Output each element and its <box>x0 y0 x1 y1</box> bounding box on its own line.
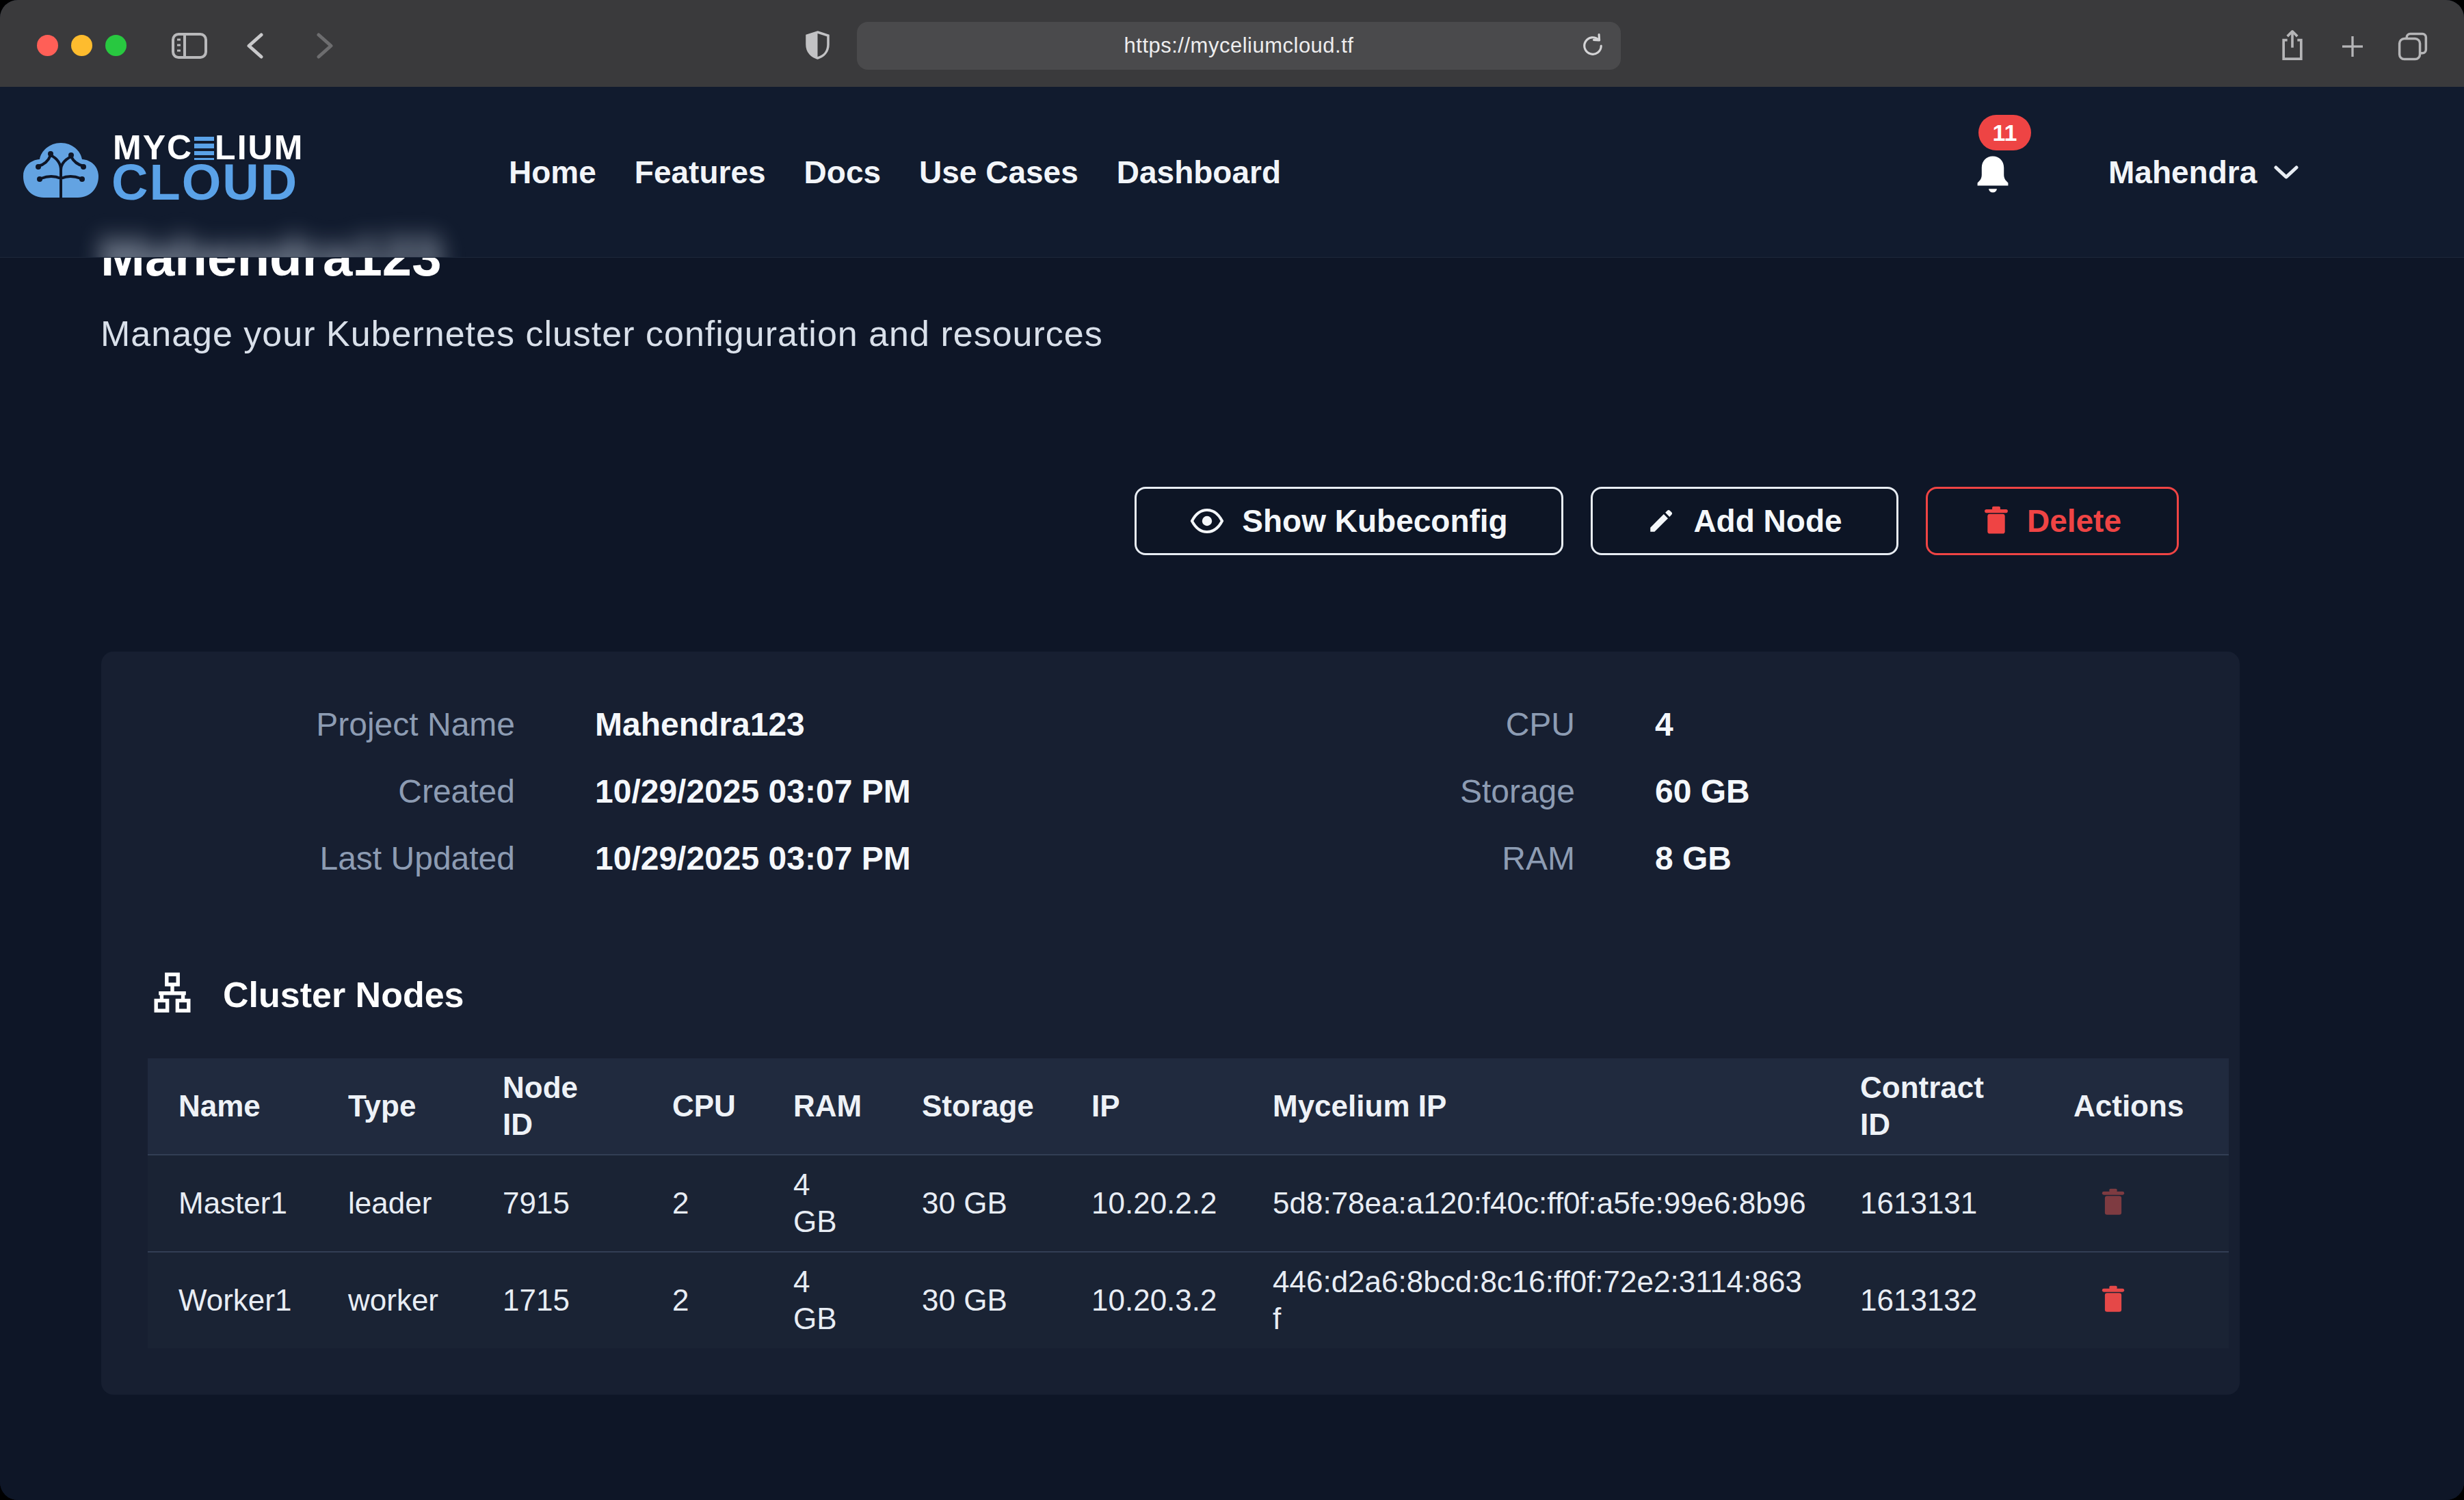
col-storage: Storage <box>891 1058 1061 1154</box>
url-text: https://myceliumcloud.tf <box>1124 34 1354 58</box>
col-contract-id: Contract ID <box>1829 1058 2043 1154</box>
ram-value: 8 GB <box>1655 840 2134 878</box>
storage-label: Storage <box>1448 773 1575 811</box>
delete-node-button[interactable] <box>2101 1285 2125 1316</box>
forward-icon[interactable] <box>312 33 336 59</box>
cell-ram: 4 GB <box>763 1253 891 1348</box>
cluster-actions: Show Kubeconfig Add Node Delete <box>101 487 2179 555</box>
new-tab-icon[interactable] <box>2339 33 2366 60</box>
col-ram: RAM <box>763 1058 891 1154</box>
project-name-value: Mahendra123 <box>595 706 1368 744</box>
cell-name: Master1 <box>148 1155 317 1251</box>
created-value: 10/29/2025 03:07 PM <box>595 773 1368 811</box>
cluster-details-card: Project Name Mahendra123 CPU 4 Created 1… <box>101 652 2240 1395</box>
cpu-value: 4 <box>1655 706 2134 744</box>
share-icon[interactable] <box>2277 27 2307 63</box>
col-actions: Actions <box>2043 1058 2229 1154</box>
created-label: Created <box>145 773 515 811</box>
nodes-table: Name Type Node ID CPU RAM Storage IP Myc… <box>148 1058 2229 1348</box>
close-window-button[interactable] <box>37 35 58 56</box>
cell-storage: 30 GB <box>891 1155 1061 1251</box>
cell-mycelium-ip: 446:d2a6:8bcd:8c16:ff0f:72e2:3114:863f <box>1242 1253 1829 1348</box>
browser-chrome: https://myceliumcloud.tf <box>0 0 2464 87</box>
trash-icon <box>1983 506 2009 536</box>
col-cpu: CPU <box>641 1058 763 1154</box>
cell-ram: 4 GB <box>763 1155 891 1251</box>
reload-icon[interactable] <box>1578 31 1607 61</box>
delete-cluster-button[interactable]: Delete <box>1926 487 2179 555</box>
mycelium-cloud-logo-icon[interactable] <box>21 139 101 202</box>
cell-contract-id: 1613132 <box>1829 1253 2043 1348</box>
col-node-id: Node ID <box>472 1058 641 1154</box>
nav-use-cases[interactable]: Use Cases <box>919 155 1078 190</box>
page-title-ghost: Mahendra123 <box>101 230 442 258</box>
node-row-worker1: Worker1 worker 1715 2 4 GB 30 GB 10.20.3… <box>148 1251 2229 1348</box>
delete-node-button[interactable] <box>2101 1188 2125 1219</box>
cell-ip: 10.20.2.2 <box>1061 1155 1242 1251</box>
notifications-button[interactable]: 11 <box>1973 154 2035 202</box>
delete-label: Delete <box>2027 503 2121 539</box>
notification-count-badge: 11 <box>1978 115 2031 150</box>
add-node-button[interactable]: Add Node <box>1591 487 1898 555</box>
cell-type: leader <box>317 1155 472 1251</box>
project-name-label: Project Name <box>145 706 515 744</box>
node-row-master1: Master1 leader 7915 2 4 GB 30 GB 10.20.2… <box>148 1154 2229 1251</box>
cell-type: worker <box>317 1253 472 1348</box>
nodes-table-header: Name Type Node ID CPU RAM Storage IP Myc… <box>148 1058 2229 1154</box>
cell-contract-id: 1613131 <box>1829 1155 2043 1251</box>
page-subtitle: Manage your Kubernetes cluster configura… <box>101 314 1103 353</box>
cell-actions <box>2043 1253 2229 1348</box>
pencil-icon <box>1647 507 1675 535</box>
ram-label: RAM <box>1448 840 1575 878</box>
cell-ip: 10.20.3.2 <box>1061 1253 1242 1348</box>
back-icon[interactable] <box>243 33 268 59</box>
chevron-down-icon <box>2273 164 2299 180</box>
nav-dashboard[interactable]: Dashboard <box>1117 155 1281 190</box>
privacy-shield-icon[interactable] <box>805 31 830 59</box>
nav-home[interactable]: Home <box>509 155 596 190</box>
nav-features[interactable]: Features <box>635 155 766 190</box>
address-bar[interactable]: https://myceliumcloud.tf <box>857 22 1621 70</box>
cell-actions <box>2043 1155 2229 1251</box>
trash-icon <box>2101 1285 2125 1314</box>
col-mycelium-ip: Mycelium IP <box>1242 1058 1829 1154</box>
col-name: Name <box>148 1058 317 1154</box>
cluster-info: Project Name Mahendra123 CPU 4 Created 1… <box>145 706 2134 878</box>
cell-cpu: 2 <box>641 1253 763 1348</box>
user-menu[interactable]: Mahendra <box>2108 87 2299 258</box>
last-updated-label: Last Updated <box>145 840 515 878</box>
network-nodes-icon <box>149 972 196 1018</box>
cluster-nodes-section-header: Cluster Nodes <box>149 972 464 1018</box>
show-kubeconfig-label: Show Kubeconfig <box>1242 503 1507 539</box>
cell-storage: 30 GB <box>891 1253 1061 1348</box>
eye-icon <box>1190 509 1224 533</box>
tab-overview-icon[interactable] <box>2397 31 2428 62</box>
cpu-label: CPU <box>1448 706 1575 744</box>
cell-name: Worker1 <box>148 1253 317 1348</box>
zoom-window-button[interactable] <box>105 35 127 56</box>
cell-cpu: 2 <box>641 1155 763 1251</box>
user-name: Mahendra <box>2108 154 2257 191</box>
cell-node-id: 7915 <box>472 1155 641 1251</box>
minimize-window-button[interactable] <box>71 35 92 56</box>
browser-window: https://myceliumcloud.tf Mahendra123 Man… <box>0 0 2464 1500</box>
show-kubeconfig-button[interactable]: Show Kubeconfig <box>1135 487 1563 555</box>
nav-links: Home Features Docs Use Cases Dashboard <box>509 87 1281 258</box>
trash-icon <box>2101 1188 2125 1217</box>
add-node-label: Add Node <box>1693 503 1842 539</box>
site-navbar: Mahendra123 MYCLIUM CLOUD Home Features … <box>0 87 2464 258</box>
col-type: Type <box>317 1058 472 1154</box>
page-viewport: Mahendra123 Manage your Kubernetes clust… <box>0 87 2464 1500</box>
cell-mycelium-ip: 5d8:78ea:a120:f40c:ff0f:a5fe:99e6:8b96 <box>1242 1155 1829 1251</box>
last-updated-value: 10/29/2025 03:07 PM <box>595 840 1368 878</box>
sidebar-toggle-icon[interactable] <box>172 33 207 59</box>
storage-value: 60 GB <box>1655 773 2134 811</box>
cluster-nodes-title: Cluster Nodes <box>223 974 464 1015</box>
nav-docs[interactable]: Docs <box>804 155 881 190</box>
bell-icon <box>1973 154 2013 196</box>
cell-node-id: 1715 <box>472 1253 641 1348</box>
col-ip: IP <box>1061 1058 1242 1154</box>
logo-wordmark-line2[interactable]: CLOUD <box>111 157 298 208</box>
